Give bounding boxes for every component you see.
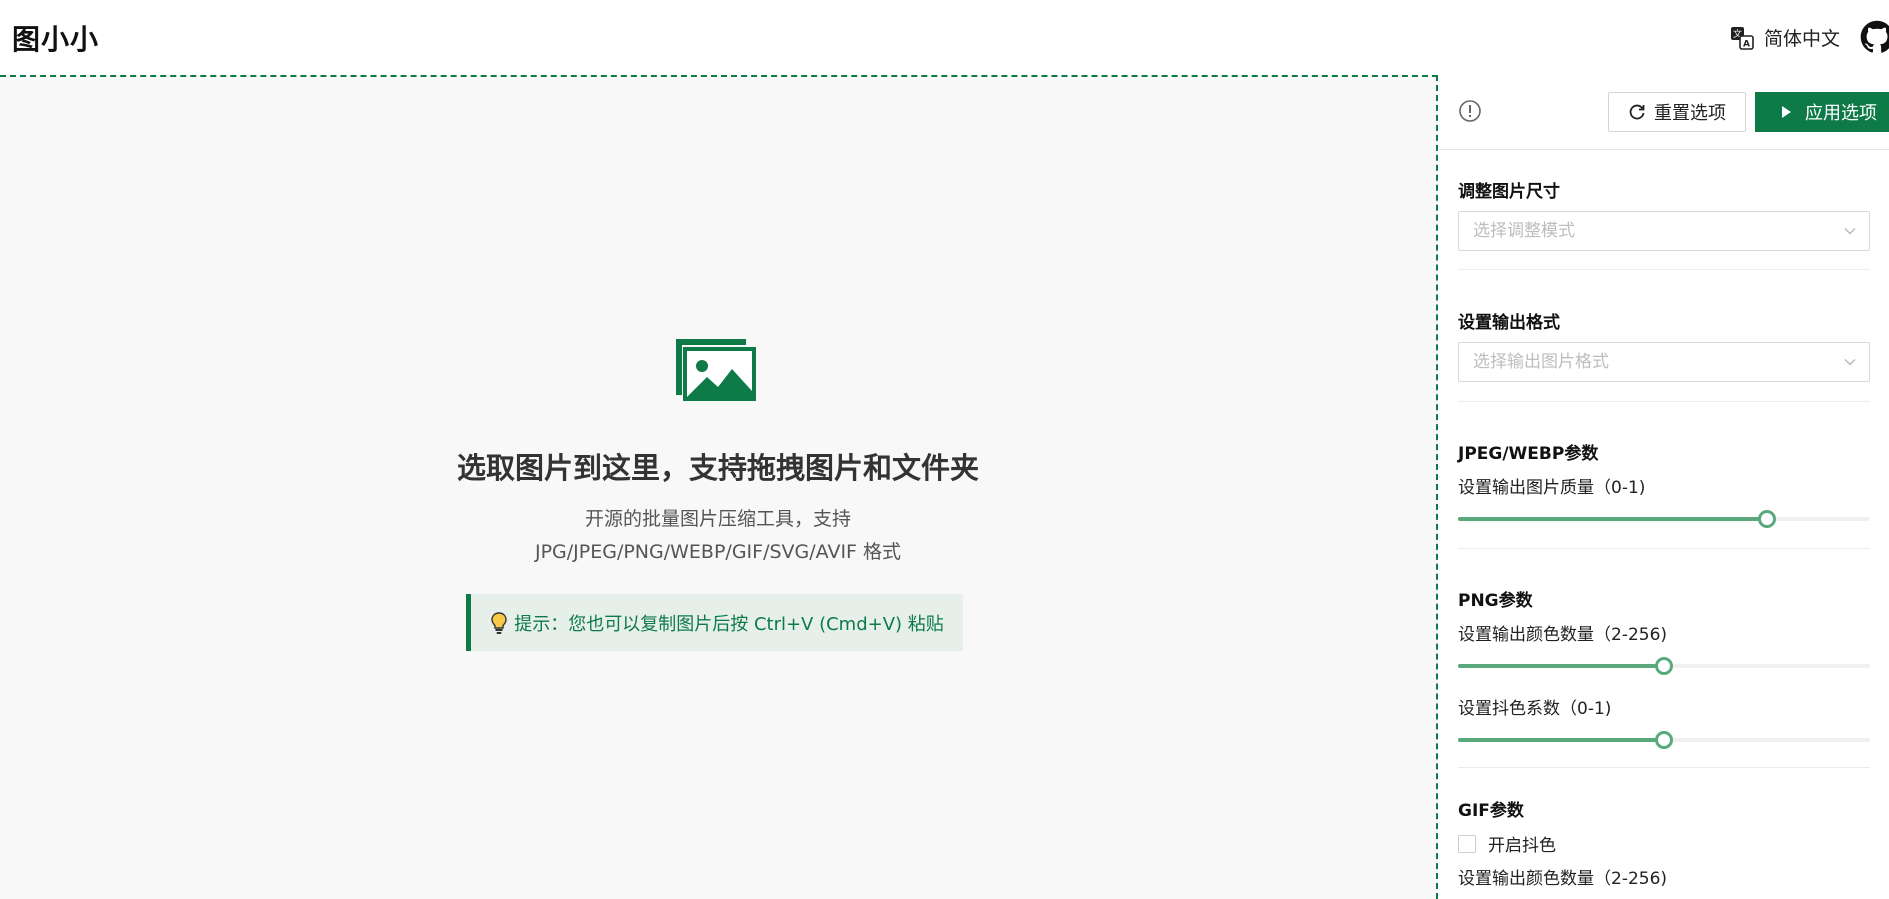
language-label: 简体中文	[1764, 28, 1841, 50]
slider-thumb[interactable]	[1758, 510, 1776, 528]
slider-thumb[interactable]	[1655, 731, 1673, 749]
slider-fill	[1458, 738, 1664, 742]
divider	[1458, 401, 1870, 402]
paste-tip: 提示：您也可以复制图片后按 Ctrl+V (Cmd+V) 粘贴	[466, 594, 963, 651]
image-drop-zone[interactable]: 选取图片到这里，支持拖拽图片和文件夹 开源的批量图片压缩工具，支持 JPG/JP…	[0, 75, 1438, 899]
language-switcher[interactable]: 文 A 简体中文	[1730, 24, 1840, 51]
slider-fill	[1458, 517, 1767, 521]
options-panel: 重置选项 应用选项 调整图片尺寸 选择调整模式 设置输出格式 选择输出图片格式	[1440, 75, 1889, 899]
gif-section: GIF参数 开启抖色 设置输出颜色数量（2-256)	[1458, 796, 1870, 889]
png-colors-label: 设置输出颜色数量（2-256)	[1458, 625, 1668, 645]
divider	[1458, 548, 1870, 549]
github-icon[interactable]	[1860, 20, 1889, 54]
png-dither-label: 设置抖色系数（0-1)	[1458, 699, 1612, 719]
drop-subtitle-formats: JPG/JPEG/PNG/WEBP/GIF/SVG/AVIF 格式	[534, 541, 902, 563]
gif-colors-label: 设置输出颜色数量（2-256)	[1458, 869, 1668, 889]
svg-text:A: A	[1743, 39, 1750, 49]
png-title: PNG参数	[1458, 591, 1533, 611]
png-colors-slider[interactable]	[1458, 654, 1870, 678]
info-icon[interactable]	[1458, 99, 1482, 123]
apply-options-button[interactable]: 应用选项	[1755, 92, 1889, 132]
paste-tip-text: 提示：您也可以复制图片后按 Ctrl+V (Cmd+V) 粘贴	[514, 613, 944, 635]
refresh-icon	[1629, 104, 1645, 120]
divider	[1458, 767, 1870, 768]
divider	[1458, 269, 1870, 270]
app-title: 图小小	[12, 23, 100, 56]
play-icon	[1782, 106, 1791, 118]
translate-icon: 文 A	[1731, 26, 1754, 50]
app-header: 图小小 文 A 简体中文	[0, 0, 1889, 75]
drop-subtitle: 开源的批量图片压缩工具，支持 JPG/JPEG/PNG/WEBP/GIF/SVG…	[0, 503, 1436, 569]
reset-options-button[interactable]: 重置选项	[1608, 92, 1746, 132]
output-format-placeholder: 选择输出图片格式	[1473, 352, 1609, 372]
png-dither-slider[interactable]	[1458, 728, 1870, 752]
apply-options-label: 应用选项	[1805, 103, 1877, 124]
format-section: 设置输出格式 选择输出图片格式	[1458, 308, 1870, 382]
output-format-select[interactable]: 选择输出图片格式	[1458, 342, 1870, 382]
bulb-icon	[491, 611, 507, 634]
jpeg-section: JPEG/WEBP参数 设置输出图片质量（0-1)	[1458, 439, 1870, 531]
png-section: PNG参数 设置输出颜色数量（2-256) 设置抖色系数（0-1)	[1458, 586, 1870, 752]
quality-slider[interactable]	[1458, 507, 1870, 531]
resize-mode-select[interactable]: 选择调整模式	[1458, 211, 1870, 251]
slider-fill	[1458, 664, 1664, 668]
reset-options-label: 重置选项	[1654, 103, 1726, 124]
slider-thumb[interactable]	[1655, 657, 1673, 675]
resize-mode-placeholder: 选择调整模式	[1473, 221, 1575, 241]
chevron-down-icon	[1844, 227, 1856, 235]
resize-title: 调整图片尺寸	[1458, 182, 1560, 202]
options-toolbar: 重置选项 应用选项	[1440, 75, 1889, 150]
drop-subtitle-line: 开源的批量图片压缩工具，支持	[584, 508, 851, 530]
format-title: 设置输出格式	[1458, 313, 1560, 333]
gif-dither-option[interactable]: 开启抖色	[1458, 831, 1870, 856]
quality-label: 设置输出图片质量（0-1)	[1458, 478, 1646, 498]
gif-title: GIF参数	[1458, 801, 1524, 821]
jpeg-title: JPEG/WEBP参数	[1458, 444, 1599, 464]
chevron-down-icon	[1844, 358, 1856, 366]
gif-dither-checkbox[interactable]	[1458, 834, 1476, 853]
drop-title: 选取图片到这里，支持拖拽图片和文件夹	[456, 451, 979, 485]
resize-section: 调整图片尺寸 选择调整模式	[1458, 177, 1870, 251]
gif-dither-label: 开启抖色	[1488, 836, 1556, 856]
picture-icon	[676, 339, 756, 401]
